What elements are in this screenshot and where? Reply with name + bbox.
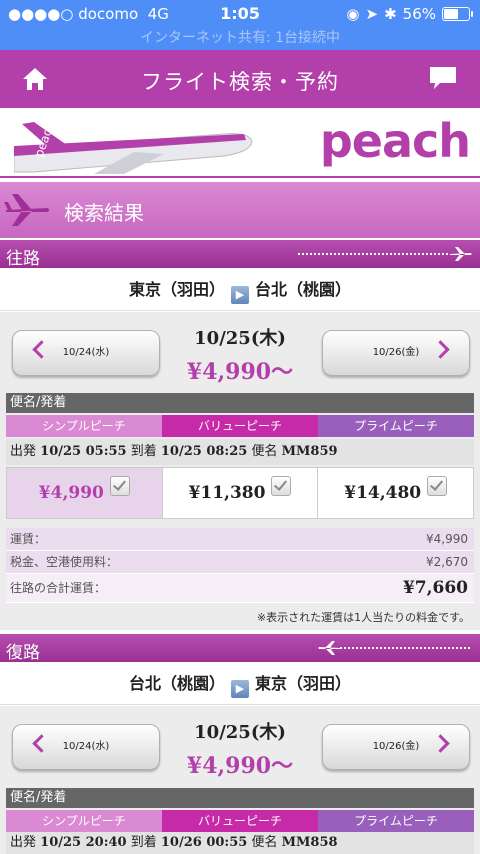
price-row: ¥4,990 ¥11,380 ¥14,480 bbox=[6, 467, 474, 519]
return-flight-info: 出発 10/25 20:40 到着 10/26 00:55 便名 MM858 bbox=[6, 832, 474, 854]
flight-info: 出発 10/25 05:55 到着 10/25 08:25 便名 MM859 bbox=[6, 439, 474, 465]
battery-icon bbox=[442, 7, 473, 21]
bluetooth-icon: ✱ bbox=[384, 5, 397, 23]
results-header: 検索結果 bbox=[0, 182, 480, 238]
outbound-section-bar: 往路 bbox=[0, 240, 480, 269]
tax-amount: ¥2,670 bbox=[426, 555, 468, 569]
flight-num-label: 便名 bbox=[251, 835, 278, 850]
lock-rotation-icon: ◉ bbox=[346, 5, 360, 23]
total-label: 往路の合計運賃： bbox=[10, 581, 107, 595]
checkbox-icon[interactable] bbox=[427, 476, 448, 496]
fare-type-row: シンプルピーチ バリューピーチ プライムピーチ bbox=[6, 415, 474, 437]
outbound-route: 東京（羽田） ▶ 台北（桃園） bbox=[0, 270, 480, 311]
location-icon: ➤ bbox=[365, 5, 379, 23]
plane-small-icon bbox=[450, 247, 472, 261]
flight-number: MM859 bbox=[281, 444, 338, 459]
route-destination: 東京（羽田） bbox=[255, 674, 352, 693]
status-right: ◉ ➤ ✱ 56% bbox=[346, 5, 473, 23]
next-date-button[interactable]: 10/26(金) bbox=[322, 330, 470, 376]
dep-label: 出発 bbox=[10, 444, 37, 459]
next-date-label: 10/26(金) bbox=[372, 741, 420, 752]
page-title: フライト検索・予約 bbox=[141, 70, 339, 94]
route-origin: 東京（羽田） bbox=[128, 280, 225, 299]
outbound-label: 往路 bbox=[6, 249, 40, 269]
arr-label: 到着 bbox=[130, 835, 157, 850]
battery-percent: 56% bbox=[402, 5, 436, 23]
price-simple-value: ¥4,990 bbox=[38, 483, 104, 503]
dotted-line bbox=[340, 647, 470, 649]
flight-number: MM858 bbox=[281, 835, 338, 850]
total-row: 往路の合計運賃： ¥7,660 bbox=[6, 574, 474, 603]
fare-amount: ¥4,990 bbox=[426, 532, 468, 546]
return-section-bar: 復路 bbox=[0, 634, 480, 663]
fare-breakdown: 運賃： ¥4,990 税金、空港使用料： ¥2,670 往路の合計運賃： ¥7,660 bbox=[6, 528, 474, 603]
fare-label: 運賃： bbox=[10, 532, 47, 546]
route-arrow-icon: ▶ bbox=[231, 286, 249, 304]
total-amount: ¥7,660 bbox=[402, 578, 468, 598]
fare-simple: シンプルピーチ bbox=[6, 415, 162, 437]
tax-label: 税金、空港使用料： bbox=[10, 555, 119, 569]
table-header: 便名/発着 bbox=[6, 393, 474, 413]
arr-time: 10/26 00:55 bbox=[160, 835, 248, 850]
fare-prime: プライムピーチ bbox=[318, 810, 474, 832]
return-table-header: 便名/発着 bbox=[6, 788, 474, 808]
checkbox-icon[interactable] bbox=[109, 476, 130, 496]
price-prime-value: ¥14,480 bbox=[344, 483, 422, 503]
return-next-date-button[interactable]: 10/26(金) bbox=[322, 724, 470, 770]
chat-icon[interactable] bbox=[428, 65, 458, 91]
chevron-right-icon bbox=[431, 734, 450, 753]
route-arrow-icon: ▶ bbox=[231, 680, 249, 698]
dep-time: 10/25 05:55 bbox=[40, 444, 127, 459]
hotspot-banner[interactable]: インターネット共有: 1台接続中 bbox=[0, 28, 480, 50]
app-header: フライト検索・予約 bbox=[0, 50, 480, 108]
fare-prime: プライムピーチ bbox=[318, 415, 474, 437]
status-bar: ●●●●○ docomo 4G 1:05 ◉ ➤ ✱ 56% bbox=[0, 0, 480, 28]
price-simple[interactable]: ¥4,990 bbox=[7, 468, 163, 518]
price-prime[interactable]: ¥14,480 bbox=[318, 468, 473, 518]
arr-label: 到着 bbox=[130, 444, 157, 459]
return-fare-type-row: シンプルピーチ バリューピーチ プライムピーチ bbox=[6, 810, 474, 832]
price-value-value: ¥11,380 bbox=[188, 483, 266, 503]
return-label: 復路 bbox=[6, 643, 40, 663]
plane-small-icon bbox=[318, 641, 340, 655]
fare-simple: シンプルピーチ bbox=[6, 810, 162, 832]
flight-num-label: 便名 bbox=[251, 444, 278, 459]
fare-value: バリューピーチ bbox=[162, 415, 318, 437]
dep-label: 出発 bbox=[10, 835, 37, 850]
return-route: 台北（桃園） ▶ 東京（羽田） bbox=[0, 664, 480, 705]
fare-row: 運賃： ¥4,990 bbox=[6, 528, 474, 551]
price-value[interactable]: ¥11,380 bbox=[163, 468, 319, 518]
results-title: 検索結果 bbox=[64, 201, 144, 225]
plane-icon bbox=[4, 194, 49, 226]
dep-time: 10/25 20:40 bbox=[40, 835, 127, 850]
route-origin: 台北（桃園） bbox=[128, 674, 225, 693]
airplane-illustration: peach bbox=[14, 120, 253, 174]
tax-row: 税金、空港使用料： ¥2,670 bbox=[6, 551, 474, 574]
peach-logo: peach bbox=[319, 114, 471, 168]
checkbox-icon[interactable] bbox=[271, 476, 292, 496]
brand-banner: peach peach bbox=[0, 108, 480, 178]
fare-value: バリューピーチ bbox=[162, 810, 318, 832]
dotted-line bbox=[298, 253, 448, 255]
arr-time: 10/25 08:25 bbox=[160, 444, 248, 459]
fare-note: ※表示された運賃は1人当たりの料金です。 bbox=[256, 611, 470, 624]
route-destination: 台北（桃園） bbox=[255, 280, 352, 299]
chevron-right-icon bbox=[431, 340, 450, 359]
next-date-label: 10/26(金) bbox=[372, 347, 420, 358]
